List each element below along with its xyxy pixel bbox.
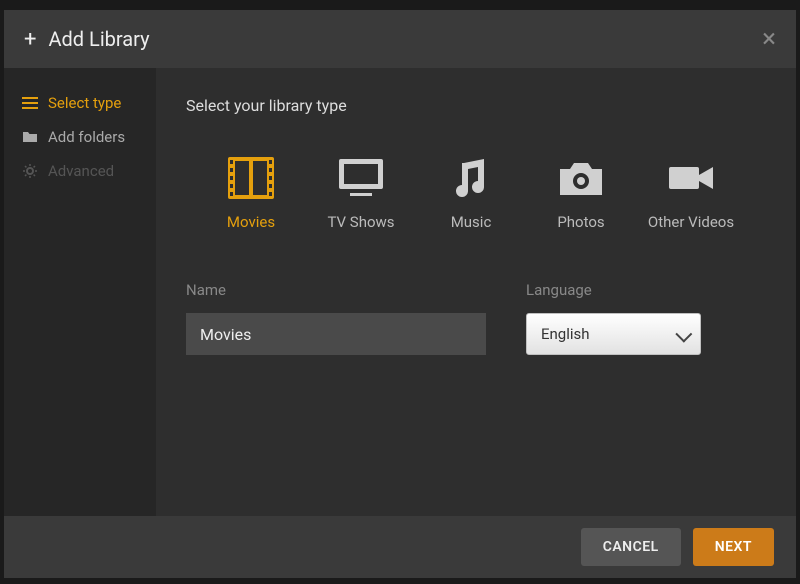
dialog-footer: CANCEL NEXT [4,516,796,578]
step-label: Add folders [48,128,125,146]
panel-title: Select your library type [186,96,756,115]
type-photos[interactable]: Photos [531,155,631,231]
step-label: Advanced [48,162,114,180]
type-label: Movies [227,213,275,231]
dialog-title-wrap: + Add Library [24,27,150,52]
gear-icon [22,163,38,179]
step-sidebar: Select type Add folders Advanced [4,68,156,516]
type-label: Other Videos [648,213,734,231]
main-panel: Select your library type Movies TV Shows… [156,68,796,516]
folder-icon [22,129,38,145]
language-select-wrap: English [526,313,701,355]
tv-icon [334,155,388,201]
list-icon [22,95,38,111]
close-icon: × [762,24,776,54]
form-row: Name Language English [186,281,756,355]
type-movies[interactable]: Movies [201,155,301,231]
close-button[interactable]: × [762,24,776,54]
next-button[interactable]: NEXT [693,528,774,566]
dialog-header: + Add Library × [4,10,796,68]
step-add-folders[interactable]: Add folders [4,120,156,154]
step-advanced: Advanced [4,154,156,188]
music-icon [444,155,498,201]
add-library-dialog: + Add Library × Select type Add folders … [4,10,796,578]
type-music[interactable]: Music [421,155,521,231]
language-select[interactable]: English [526,313,701,355]
dialog-body: Select type Add folders Advanced Select … [4,68,796,516]
name-input[interactable] [186,313,486,355]
type-othervideos[interactable]: Other Videos [641,155,741,231]
film-icon [224,155,278,201]
language-group: Language English [526,281,701,355]
video-icon [664,155,718,201]
type-tvshows[interactable]: TV Shows [311,155,411,231]
type-label: Music [451,213,492,231]
camera-icon [554,155,608,201]
type-label: TV Shows [327,213,394,231]
step-select-type[interactable]: Select type [4,86,156,120]
dialog-title: Add Library [48,27,149,51]
cancel-button[interactable]: CANCEL [581,528,681,566]
plus-icon: + [24,27,36,52]
name-group: Name [186,281,486,355]
type-label: Photos [557,213,604,231]
library-type-row: Movies TV Shows Music Photos Other Video… [186,155,756,231]
language-label: Language [526,281,701,299]
name-label: Name [186,281,486,299]
step-label: Select type [48,94,121,112]
